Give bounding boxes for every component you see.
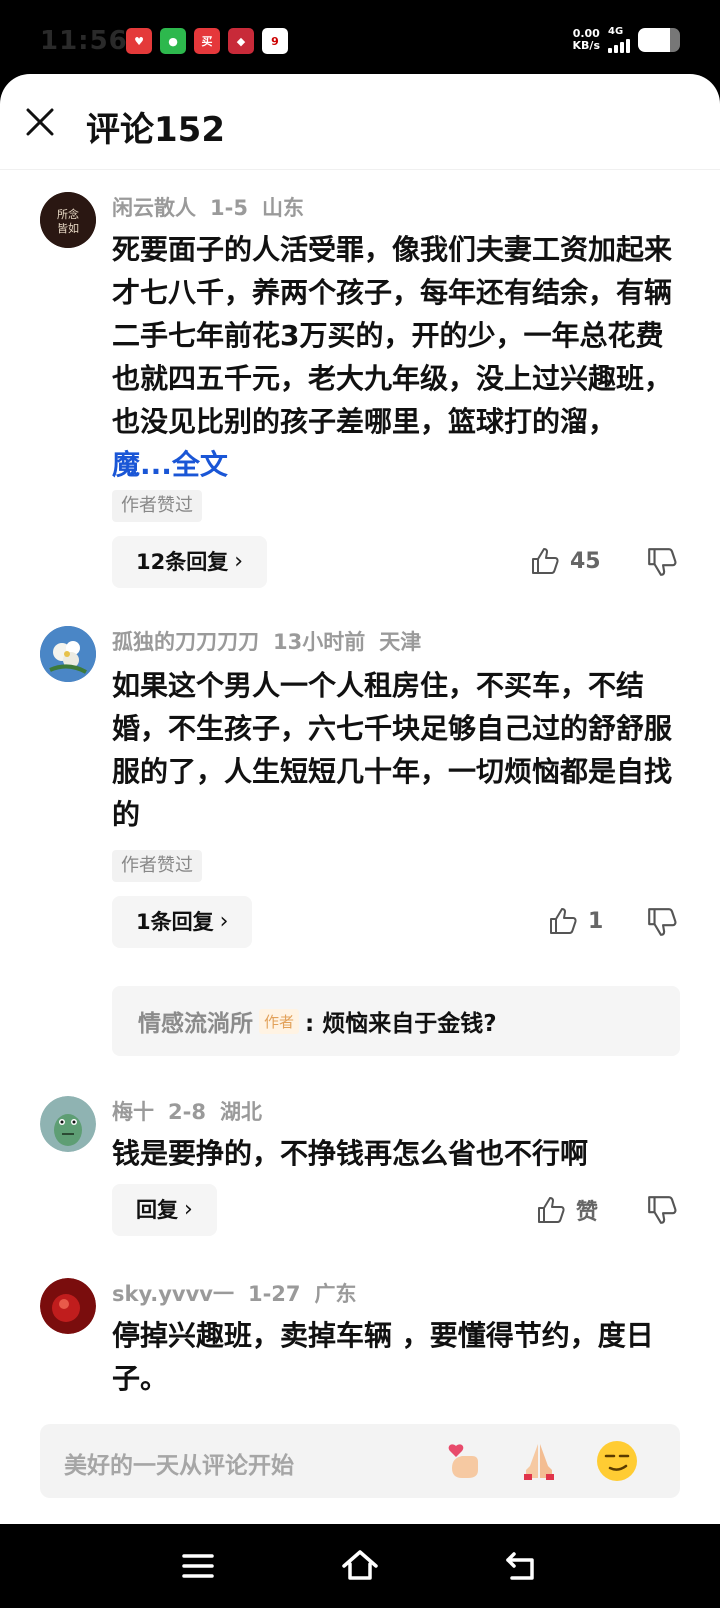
app-icon-4: ◆ (228, 28, 254, 54)
chevron-right-icon: › (219, 909, 229, 934)
reply-count-label: 1条回复 (136, 910, 214, 934)
svg-text:皆如: 皆如 (57, 221, 79, 235)
close-icon[interactable] (24, 106, 56, 138)
praying-hands-emoji[interactable] (516, 1438, 562, 1484)
speed-value: 0.00 (572, 26, 600, 40)
input-placeholder: 美好的一天从评论开始 (64, 1453, 294, 1479)
thumbs-up-icon (532, 548, 559, 574)
username[interactable]: 孤独的刀刀刀刀 (112, 630, 259, 654)
reply-button[interactable]: 回复 › (112, 1184, 217, 1236)
comment-meta: 梅十 2-8 湖北 (112, 1096, 276, 1126)
app-icon-1: ♥ (126, 28, 152, 54)
reply-author[interactable]: 情感流淌所 (138, 1004, 253, 1038)
notification-icons: ♥ ● 买 ◆ 9 (126, 28, 288, 54)
wechat-icon: ● (160, 28, 186, 54)
author-liked-badge: 作者赞过 (112, 490, 202, 522)
comment-body: 死要面子的人活受罪，像我们夫妻工资加起来才七八千，养两个孩子，每年还有结余，有辆… (112, 233, 673, 438)
comment-text: 钱是要挣的，不挣钱再怎么省也不行啊 (112, 1137, 589, 1170)
comment-time: 1-27 (247, 1282, 301, 1306)
comment-meta: sky.yvvv一 1-27 广东 (112, 1278, 371, 1308)
comment-text: 死要面子的人活受罪，像我们夫妻工资加起来才七八千，养两个孩子，每年还有结余，有辆… (112, 228, 672, 486)
comment-meta: 闲云散人 1-5 山东 (112, 192, 318, 222)
status-time: 11:56 (40, 26, 128, 56)
speed-unit: KB/s (572, 38, 600, 52)
username[interactable]: 闲云散人 (112, 196, 196, 220)
comment-location: 天津 (379, 630, 422, 654)
avatar[interactable] (40, 1096, 96, 1152)
reply-count-label: 12条回复 (136, 550, 229, 574)
avatar[interactable] (40, 626, 96, 682)
app-icon-3: 买 (194, 28, 220, 54)
network-type: 4G (608, 26, 624, 37)
author-liked-badge: 作者赞过 (112, 850, 202, 882)
avatar[interactable] (40, 1278, 96, 1334)
menu-icon[interactable] (178, 1546, 218, 1586)
username[interactable]: 梅十 (112, 1100, 154, 1124)
avatar[interactable]: 所念 皆如 (40, 192, 96, 248)
finger-heart-emoji[interactable] (442, 1438, 488, 1484)
quoted-reply[interactable]: 情感流淌所 作者: 烦恼来自于金钱? (112, 986, 680, 1056)
like-count: 1 (588, 908, 604, 934)
back-icon[interactable] (502, 1546, 542, 1586)
smirk-face-emoji[interactable] (594, 1438, 640, 1484)
like-count: 45 (570, 548, 601, 574)
like-button[interactable]: 1 (548, 906, 603, 936)
comment-meta: 孤独的刀刀刀刀 13小时前 天津 (112, 626, 435, 656)
comment-location: 湖北 (219, 1100, 262, 1124)
comment-location: 山东 (261, 196, 304, 220)
view-replies-button[interactable]: 1条回复 › (112, 896, 253, 948)
thumbs-down-icon[interactable] (646, 906, 678, 938)
comments-sheet: 评论152 所念 皆如 闲云散人 1-5 山东 死要面子的人活受罪，像我们夫妻工资加起… (0, 74, 720, 1524)
thumbs-down-icon[interactable] (646, 546, 678, 578)
chevron-right-icon: › (184, 1197, 193, 1222)
comment-text: 如果这个男人一个人租房住，不买车，不结婚，不生孩子，六七千块足够自己过的舒舒服服… (112, 669, 673, 831)
comment-input[interactable]: 美好的一天从评论开始 (40, 1424, 680, 1498)
sheet-header: 评论152 (0, 74, 720, 170)
status-bar: 11:56 ♥ ● 买 ◆ 9 0.00 KB/s 4G (0, 0, 720, 80)
battery-icon (638, 27, 680, 52)
system-nav-bar (0, 1524, 720, 1608)
view-replies-button[interactable]: 12条回复 › (112, 536, 268, 588)
chevron-right-icon: › (234, 549, 244, 574)
comment-text: 停掉兴趣班，卖掉车辆 ，要懂得节约，度日子。 (112, 1319, 654, 1395)
username[interactable]: sky.yvvv一 (112, 1282, 234, 1306)
like-label: 赞 (576, 1200, 599, 1225)
comments-title: 评论152 (86, 110, 225, 150)
read-more-link[interactable]: 魔...全文 (112, 448, 228, 481)
thumbs-up-icon (550, 908, 577, 934)
comment-time: 13小时前 (273, 630, 366, 654)
svg-text:所念: 所念 (57, 207, 79, 221)
signal-icon (608, 37, 630, 53)
comment-time: 1-5 (210, 196, 248, 220)
thumbs-up-icon (538, 1197, 565, 1223)
home-icon[interactable] (340, 1546, 380, 1586)
author-tag: 作者 (259, 1008, 300, 1034)
network-speed: 0.00 KB/s (572, 26, 600, 52)
reply-text: : 烦恼来自于金钱? (305, 1011, 497, 1037)
calendar-icon: 9 (262, 28, 288, 54)
like-button[interactable]: 45 (530, 546, 601, 576)
reply-label: 回复 (136, 1198, 178, 1222)
comment-time: 2-8 (168, 1100, 206, 1124)
comment-location: 广东 (314, 1282, 357, 1306)
thumbs-down-icon[interactable] (646, 1194, 678, 1226)
like-button[interactable]: 赞 (536, 1194, 598, 1226)
